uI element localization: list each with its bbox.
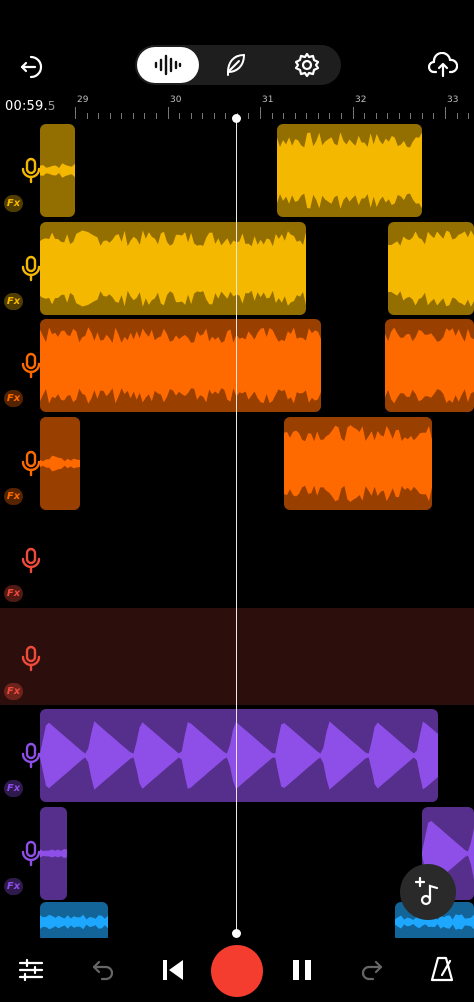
waveform xyxy=(40,721,438,790)
audio-clip[interactable] xyxy=(40,709,438,802)
ruler-tick xyxy=(364,113,366,119)
microphone-icon[interactable] xyxy=(20,157,42,185)
waveform xyxy=(388,229,474,307)
waveform xyxy=(277,132,422,209)
ruler-tick xyxy=(294,113,296,119)
exit-icon[interactable] xyxy=(14,50,48,84)
audio-clip[interactable] xyxy=(277,124,422,217)
add-music-icon xyxy=(414,876,439,906)
sliders-icon[interactable] xyxy=(14,955,48,985)
audio-clip[interactable] xyxy=(385,319,474,412)
ruler-tick xyxy=(167,107,169,119)
waveform xyxy=(40,229,306,307)
ruler-tick xyxy=(375,113,377,119)
ruler-tick xyxy=(306,113,308,119)
playhead-line[interactable] xyxy=(236,117,237,937)
ruler-tick xyxy=(260,107,261,119)
ruler-tick xyxy=(283,113,285,119)
bar-number: 29 xyxy=(77,95,89,105)
skip-back-icon[interactable] xyxy=(156,955,190,985)
microphone-icon[interactable] xyxy=(20,547,42,575)
gear-icon[interactable] xyxy=(290,49,324,81)
ruler-tick xyxy=(352,107,354,119)
metronome-icon[interactable] xyxy=(425,953,459,985)
microphone-icon[interactable] xyxy=(20,450,42,478)
audio-clip[interactable] xyxy=(40,806,67,900)
waveform-icon[interactable] xyxy=(150,51,186,79)
ruler-tick xyxy=(271,113,273,119)
audio-clip[interactable] xyxy=(388,221,474,315)
ruler-tick xyxy=(225,113,227,119)
pause-icon[interactable] xyxy=(285,955,319,985)
microphone-icon[interactable] xyxy=(20,742,42,770)
ruler-tick xyxy=(109,113,111,119)
ruler-tick xyxy=(398,113,400,119)
waveform xyxy=(40,163,75,178)
fx-button[interactable]: Fx xyxy=(4,682,23,700)
ruler-tick xyxy=(421,113,423,119)
fx-button[interactable]: Fx xyxy=(4,585,23,602)
ruler-tick xyxy=(75,107,76,119)
waveform xyxy=(385,327,474,404)
playhead-handle-top[interactable] xyxy=(232,114,241,123)
playhead-handle-bottom[interactable] xyxy=(232,929,241,938)
ruler-tick xyxy=(155,113,157,119)
audio-clip[interactable] xyxy=(284,416,432,510)
fx-button[interactable]: Fx xyxy=(4,390,23,407)
redo-icon[interactable] xyxy=(355,955,389,985)
ruler-tick xyxy=(98,113,100,119)
fx-button[interactable]: Fx xyxy=(4,780,23,797)
bar-number: 30 xyxy=(170,95,182,105)
microphone-icon[interactable] xyxy=(20,255,42,283)
feather-icon[interactable] xyxy=(218,49,252,81)
ruler-tick xyxy=(213,113,215,119)
armed-track-highlight xyxy=(0,608,474,705)
record-button[interactable] xyxy=(211,945,263,997)
ruler-tick xyxy=(190,113,192,119)
waveform xyxy=(40,327,321,404)
bar-number: 32 xyxy=(355,95,367,105)
audio-clip[interactable] xyxy=(40,221,306,315)
add-track-button[interactable] xyxy=(400,864,456,920)
ruler-tick xyxy=(387,113,389,119)
fx-button[interactable]: Fx xyxy=(4,877,23,895)
ruler-tick xyxy=(86,113,88,119)
fx-button[interactable]: Fx xyxy=(4,292,23,310)
waveform xyxy=(40,848,67,858)
waveform xyxy=(40,914,108,930)
audio-clip[interactable] xyxy=(40,416,80,510)
ruler-tick xyxy=(410,113,412,119)
ruler-tick xyxy=(456,113,458,119)
timeline-ruler[interactable]: 29 30 31 32 33 xyxy=(63,95,474,119)
waveform xyxy=(40,455,80,471)
track-header[interactable]: Fx xyxy=(0,513,63,610)
fx-button[interactable]: Fx xyxy=(4,195,23,212)
cloud-upload-icon[interactable] xyxy=(426,49,460,81)
ruler-tick xyxy=(433,113,435,119)
microphone-icon[interactable] xyxy=(20,645,42,673)
ruler-tick xyxy=(132,113,134,119)
fx-button[interactable]: Fx xyxy=(4,487,23,505)
playhead-time: 00:59.5 xyxy=(5,99,56,114)
waveform xyxy=(284,424,432,502)
audio-clip[interactable] xyxy=(40,902,108,942)
microphone-icon[interactable] xyxy=(20,840,42,868)
ruler-tick xyxy=(179,113,181,119)
ruler-tick xyxy=(144,113,146,119)
bar-number: 31 xyxy=(262,95,274,105)
undo-icon[interactable] xyxy=(86,955,120,985)
bar-number: 33 xyxy=(447,95,459,105)
audio-clip[interactable] xyxy=(40,319,321,412)
ruler-tick xyxy=(202,113,204,119)
ruler-tick xyxy=(329,113,331,119)
ruler-tick xyxy=(121,113,123,119)
track-header[interactable]: Fx xyxy=(0,611,63,708)
ruler-tick xyxy=(468,113,470,119)
ruler-tick xyxy=(248,113,250,119)
ruler-tick xyxy=(445,107,446,119)
microphone-icon[interactable] xyxy=(20,352,42,380)
ruler-tick xyxy=(340,113,342,119)
audio-clip[interactable] xyxy=(40,124,75,217)
ruler-tick xyxy=(317,113,319,119)
